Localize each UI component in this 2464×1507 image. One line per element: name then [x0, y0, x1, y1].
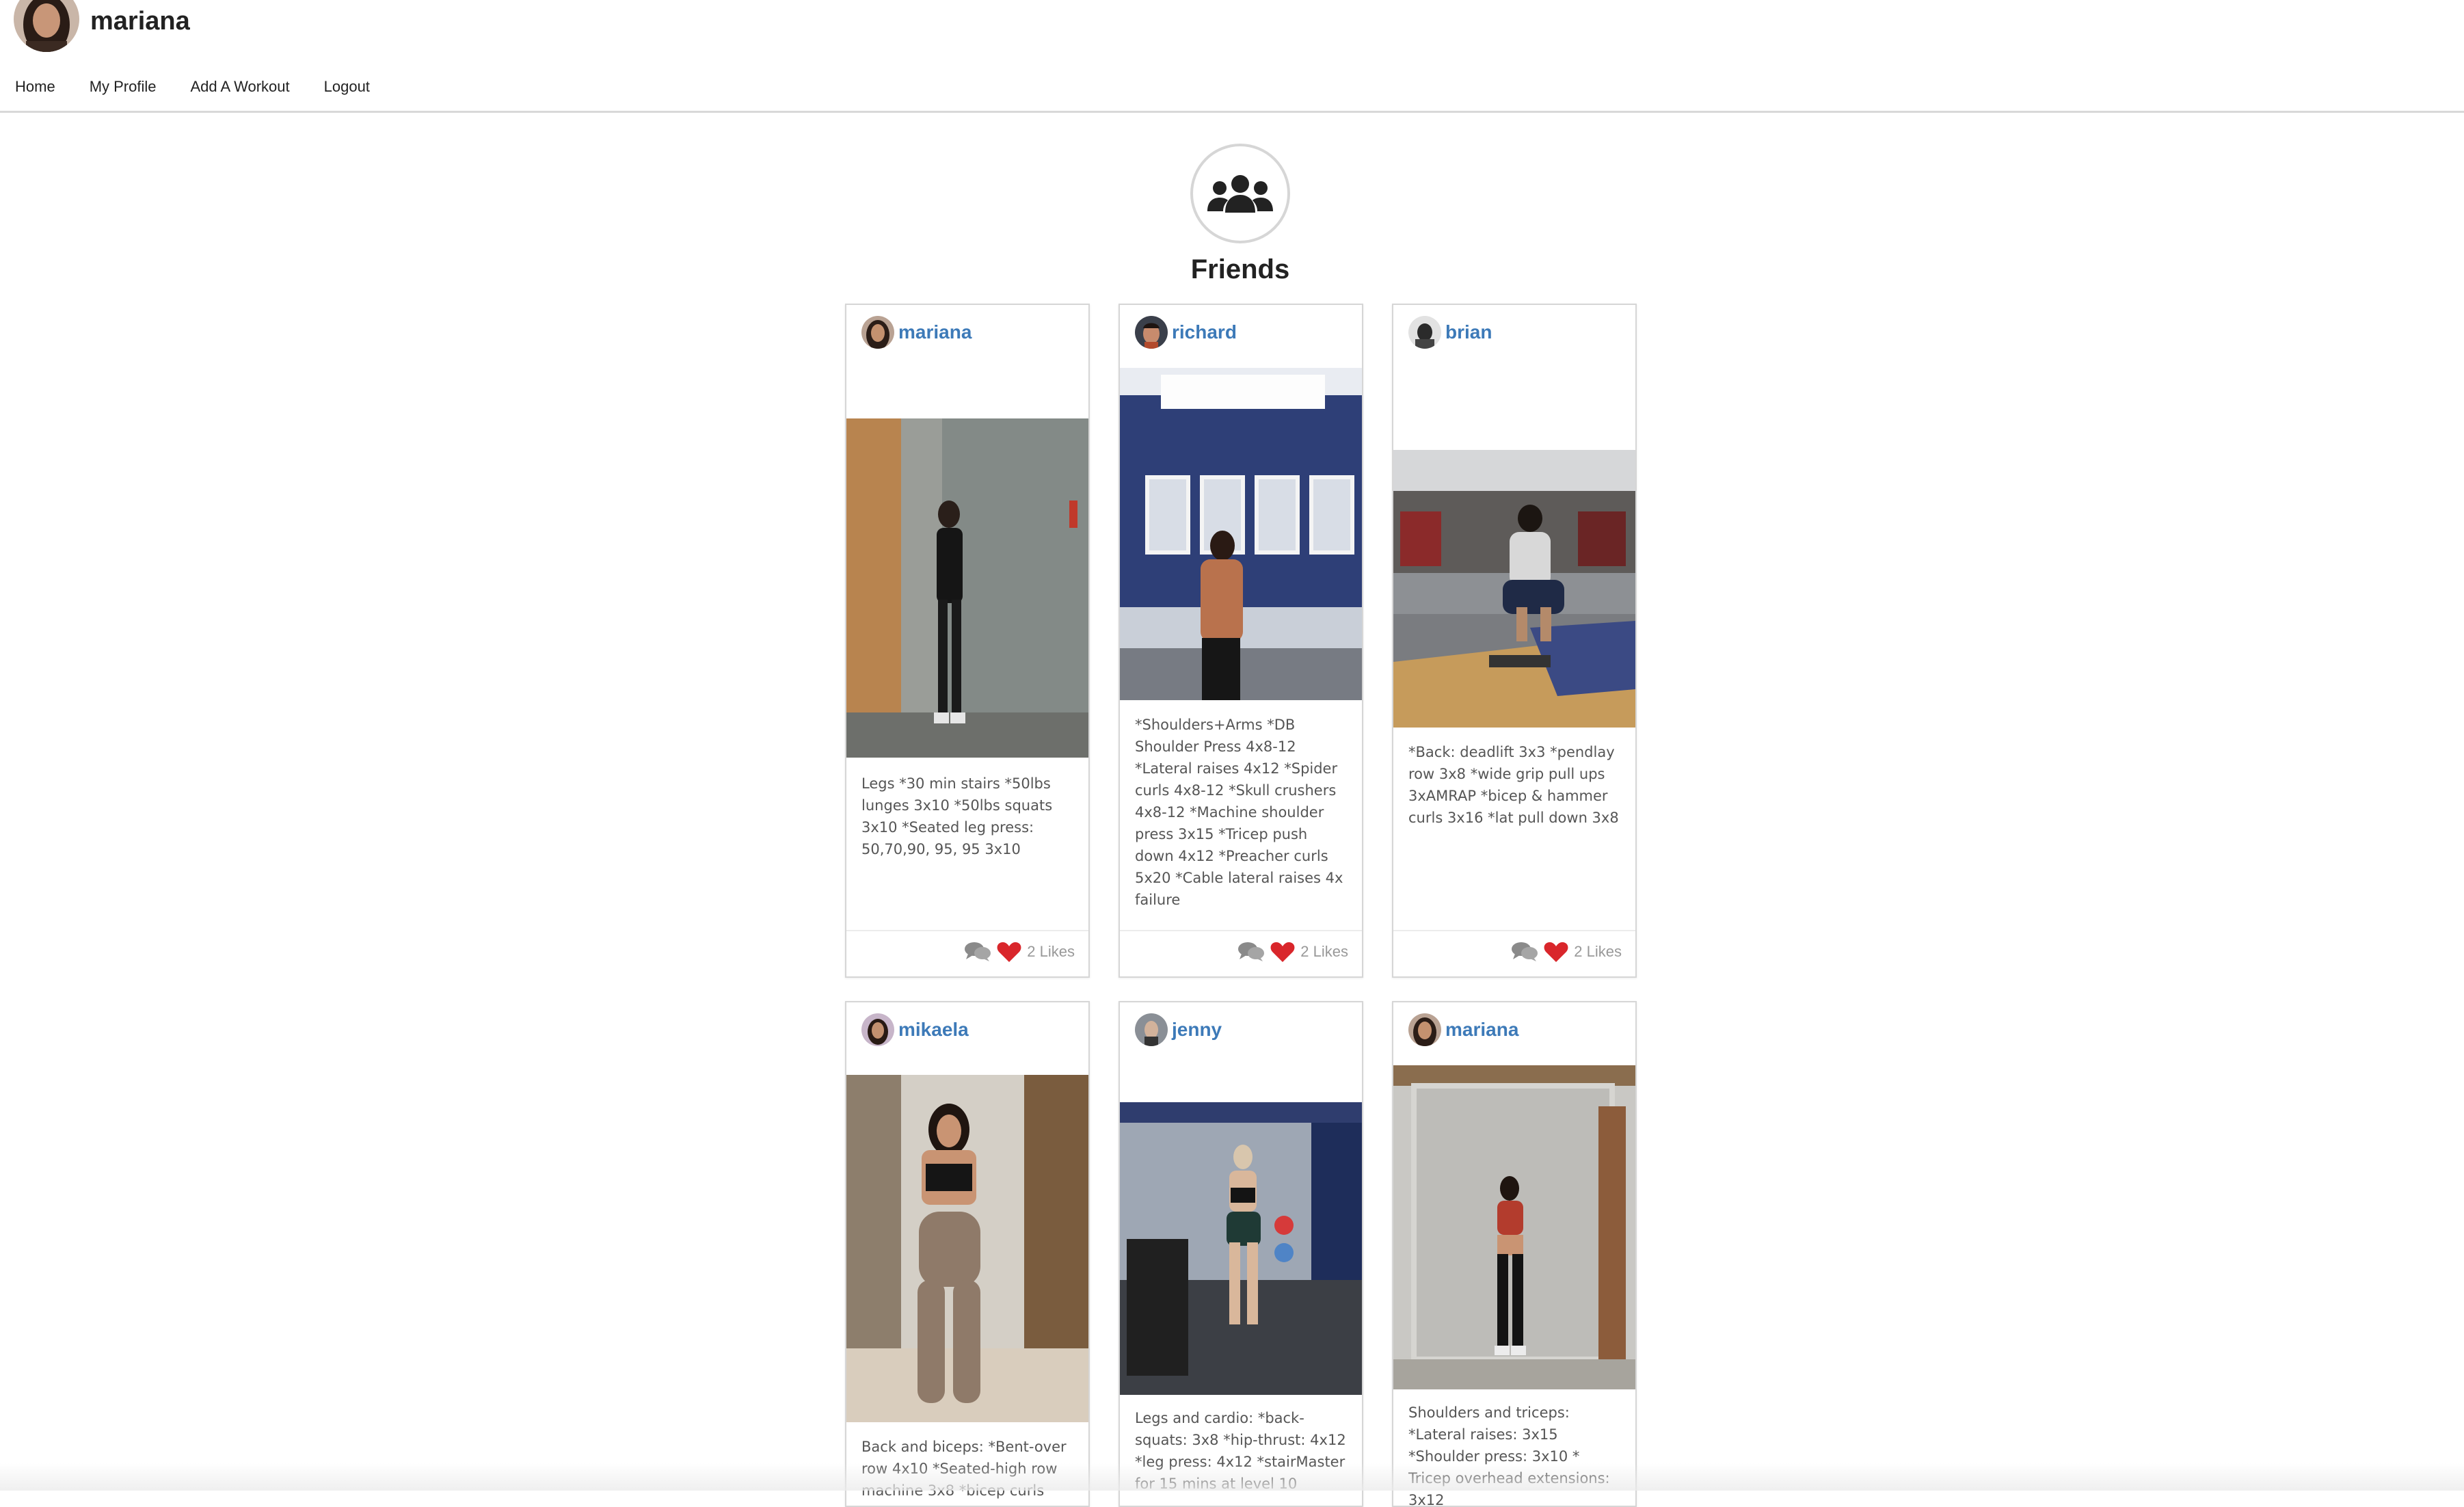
workout-card: mariana Shoulders and triceps: *Lateral … — [1392, 1001, 1637, 1507]
main-nav: Home My Profile Add A Workout Logout — [15, 78, 370, 96]
workout-photo — [1120, 1102, 1362, 1395]
heart-icon[interactable] — [1270, 941, 1295, 963]
workout-description: Legs *30 min stairs *50lbs lunges 3x10 *… — [861, 775, 1053, 857]
workout-photo — [1393, 450, 1635, 728]
workout-photo — [846, 418, 1088, 758]
workout-photo — [846, 1075, 1088, 1422]
nav-add-workout[interactable]: Add A Workout — [190, 78, 289, 96]
avatar[interactable] — [861, 316, 894, 349]
workout-photo — [1393, 1065, 1635, 1389]
current-username: mariana — [90, 7, 190, 36]
card-footer: 2 Likes — [1237, 941, 1348, 963]
friends-icon-badge — [1190, 144, 1290, 243]
card-header: richard — [1135, 316, 1237, 349]
card-header: mariana — [861, 316, 972, 349]
workout-card: jenny Legs and cardio: *back-squats: 3x8… — [1119, 1001, 1363, 1507]
bottom-fade — [0, 1463, 2464, 1491]
workout-card: mikaela Back and biceps: *Bent-over row … — [845, 1001, 1090, 1507]
post-username[interactable]: richard — [1172, 321, 1237, 343]
post-username[interactable]: mikaela — [898, 1019, 969, 1041]
card-header: jenny — [1135, 1013, 1222, 1046]
card-header: mariana — [1408, 1013, 1518, 1046]
avatar[interactable] — [1135, 1013, 1168, 1046]
top-navbar: mariana Home My Profile Add A Workout Lo… — [0, 0, 2464, 113]
card-header: brian — [1408, 316, 1492, 349]
post-username[interactable]: jenny — [1172, 1019, 1222, 1041]
nav-home[interactable]: Home — [15, 78, 55, 96]
friends-heading: Friends — [1190, 254, 1290, 284]
card-footer: 2 Likes — [964, 941, 1075, 963]
heart-icon[interactable] — [1544, 941, 1568, 963]
workout-photo — [1120, 368, 1362, 700]
comments-icon[interactable] — [964, 942, 991, 962]
comments-icon[interactable] — [1237, 942, 1265, 962]
post-username[interactable]: brian — [1445, 321, 1492, 343]
avatar[interactable] — [1408, 1013, 1441, 1046]
avatar[interactable] — [861, 1013, 894, 1046]
comments-icon[interactable] — [1511, 942, 1538, 962]
nav-my-profile[interactable]: My Profile — [90, 78, 157, 96]
user-avatar[interactable] — [14, 0, 79, 52]
workout-description: *Shoulders+Arms *DB Shoulder Press 4x8-1… — [1135, 717, 1343, 908]
card-header: mikaela — [861, 1013, 969, 1046]
avatar[interactable] — [1135, 316, 1168, 349]
workout-card: mariana Legs *30 min stairs *50lbs lunge… — [845, 304, 1090, 978]
users-group-icon — [1207, 175, 1273, 213]
workout-card: brian *Back: deadlift 3x3 *pendlay row 3… — [1392, 304, 1637, 978]
workout-description: *Back: deadlift 3x3 *pendlay row 3x8 *wi… — [1408, 744, 1619, 826]
likes-count: 2 Likes — [1574, 943, 1622, 960]
post-username[interactable]: mariana — [898, 321, 972, 343]
card-footer: 2 Likes — [1511, 941, 1622, 963]
avatar[interactable] — [1408, 316, 1441, 349]
likes-count: 2 Likes — [1027, 943, 1075, 960]
workout-description: Shoulders and triceps: *Lateral raises: … — [1408, 1404, 1610, 1507]
workout-card: richard *Shoulders+Arms *DB Shoulder Pre… — [1119, 304, 1363, 978]
likes-count: 2 Likes — [1300, 943, 1348, 960]
post-username[interactable]: mariana — [1445, 1019, 1518, 1041]
heart-icon[interactable] — [997, 941, 1021, 963]
nav-logout[interactable]: Logout — [324, 78, 370, 96]
